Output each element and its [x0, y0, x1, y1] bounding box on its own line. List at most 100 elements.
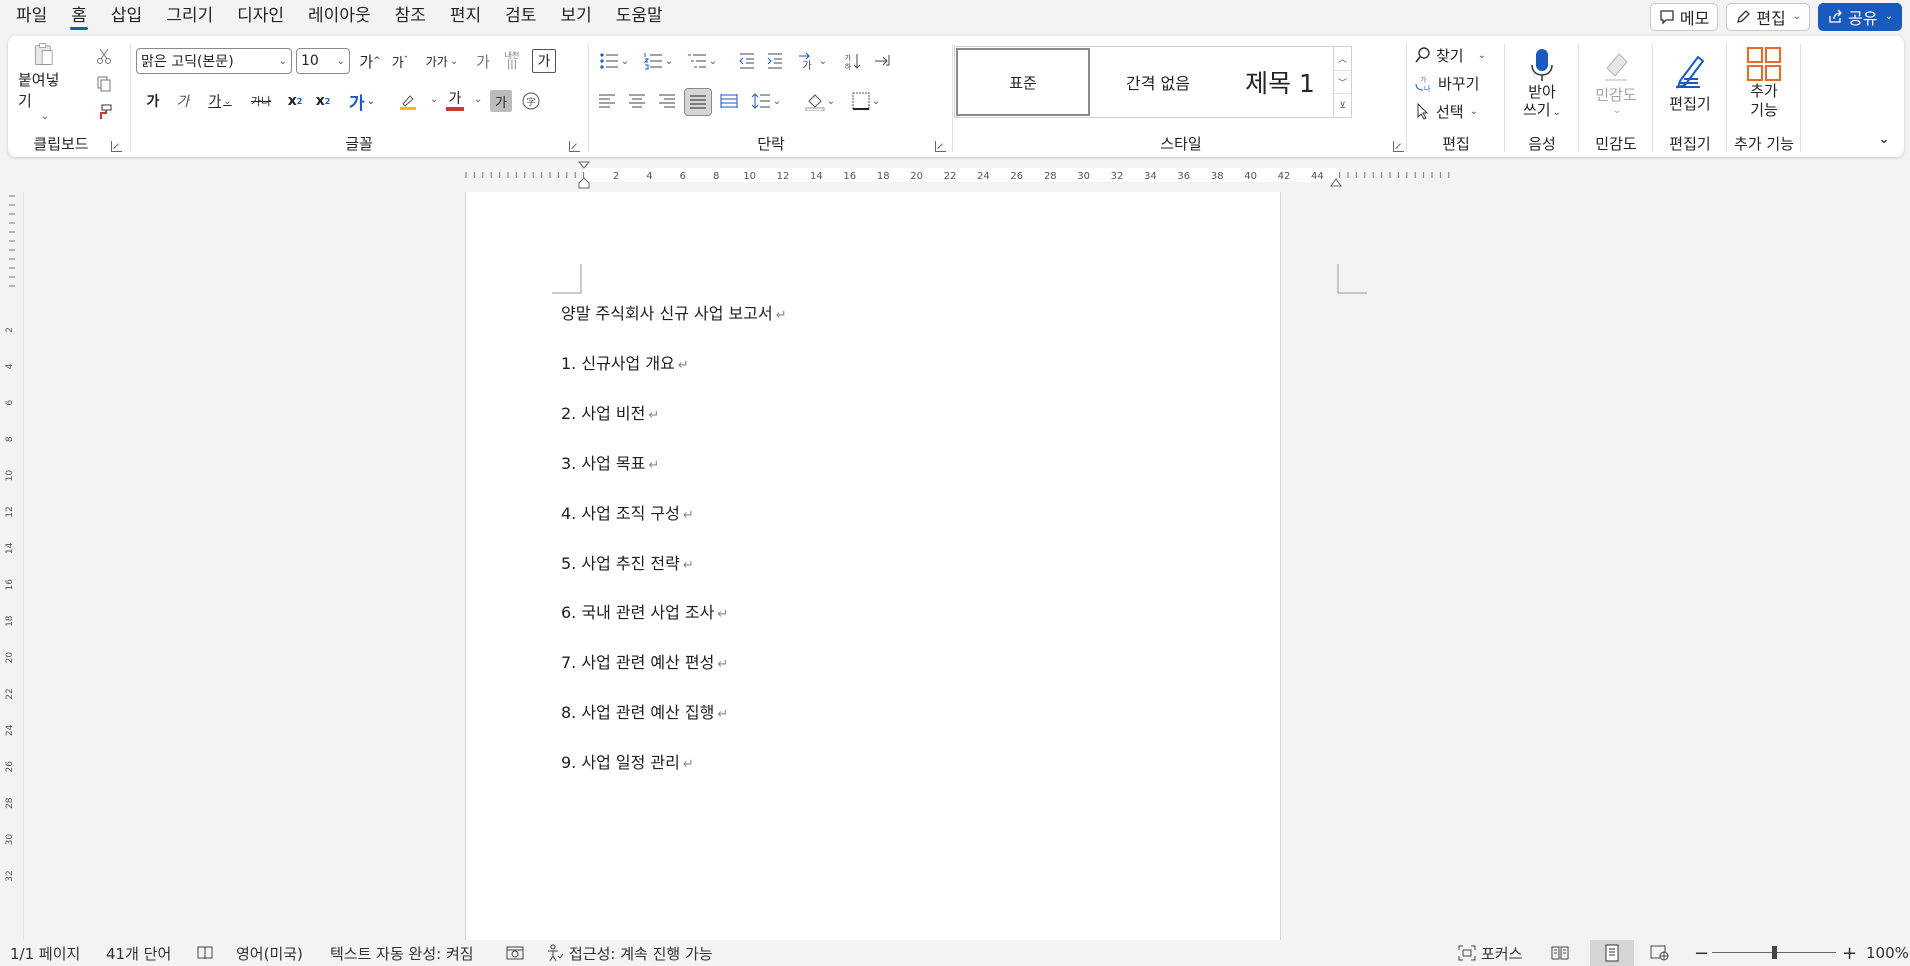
document-title[interactable]: 양말 주식회사 신규 사업 보고서 ↵ — [561, 300, 787, 324]
menu-insert[interactable]: 삽입 — [99, 0, 154, 33]
justify-button[interactable] — [684, 88, 712, 116]
font-launcher-icon[interactable] — [569, 141, 580, 152]
zoom-in-button[interactable]: + — [1842, 940, 1857, 966]
menu-file[interactable]: 파일 — [0, 0, 59, 33]
print-layout-button[interactable] — [1590, 940, 1634, 966]
sensitivity-button[interactable]: 민감도 ⌄ — [1586, 40, 1646, 126]
gallery-more-icon[interactable]: ⊻ — [1334, 94, 1351, 117]
style-heading-1[interactable]: 제목 1 — [1225, 47, 1335, 117]
style-normal[interactable]: 표준 — [956, 48, 1090, 116]
cut-button[interactable] — [92, 44, 116, 68]
macro-recording-button[interactable] — [506, 940, 524, 966]
list-item[interactable]: 6. 국내 관련 사업 조사 ↵ — [561, 599, 728, 623]
align-left-button[interactable] — [594, 88, 620, 114]
text-predictions-button[interactable]: 텍스트 자동 완성: 켜짐 — [330, 940, 474, 966]
menu-draw[interactable]: 그리기 — [154, 0, 225, 33]
list-item[interactable]: 5. 사업 추진 전략 ↵ — [561, 550, 694, 574]
clipboard-launcher-icon[interactable] — [111, 141, 122, 152]
accessibility-button[interactable]: 접근성: 계속 진행 가능 — [546, 940, 713, 966]
text-effects-button[interactable]: 가 ⌄ — [342, 88, 382, 114]
menu-mailings[interactable]: 편지 — [438, 0, 493, 33]
text-direction-button[interactable]: 가 ⌄ — [792, 48, 832, 74]
replace-button[interactable]: 가나 바꾸기 — [1414, 70, 1500, 96]
paste-button[interactable]: 붙여넣기 ⌄ — [18, 42, 70, 122]
language-button[interactable]: 영어(미국) — [236, 940, 303, 966]
chevron-down-icon: ⌄ — [474, 94, 483, 105]
collapse-ribbon-icon[interactable]: ⌄ — [1872, 128, 1896, 150]
zoom-level[interactable]: 100% — [1866, 940, 1909, 966]
strikethrough-button[interactable]: 가나 — [244, 88, 278, 114]
chevron-down-icon: ⌄ — [430, 94, 439, 105]
distributed-button[interactable] — [716, 88, 742, 114]
superscript-button[interactable]: x2 — [310, 88, 336, 114]
line-spacing-button[interactable]: ⌄ — [746, 88, 786, 114]
character-border-button[interactable]: 가 — [532, 49, 556, 73]
share-button[interactable]: 공유 ⌄ — [1818, 2, 1902, 31]
list-item[interactable]: 4. 사업 조직 구성 ↵ — [561, 500, 694, 524]
zoom-out-button[interactable]: − — [1694, 940, 1709, 966]
subscript-button[interactable]: x2 — [282, 88, 308, 114]
dictate-button[interactable]: 받아 쓰기 ⌄ — [1512, 40, 1572, 126]
menu-references[interactable]: 참조 — [383, 0, 438, 33]
list-item[interactable]: 9. 사업 일정 관리 ↵ — [561, 749, 694, 773]
editor-button[interactable]: 편집기 — [1660, 40, 1720, 126]
menu-review[interactable]: 검토 — [493, 0, 548, 33]
character-shading-button[interactable]: 가 — [490, 90, 512, 112]
sort-button[interactable]: 가하 — [840, 48, 866, 74]
show-marks-button[interactable] — [870, 48, 896, 74]
italic-button[interactable]: 가 — [170, 88, 196, 114]
read-mode-button[interactable] — [1550, 940, 1570, 966]
proofing-button[interactable] — [196, 940, 214, 966]
copy-button[interactable] — [92, 72, 116, 96]
shading-button[interactable]: ⌄ — [800, 88, 840, 114]
menu-layout[interactable]: 레이아웃 — [296, 0, 383, 33]
zoom-slider-thumb[interactable] — [1772, 946, 1777, 959]
style-no-spacing[interactable]: 간격 없음 — [1091, 47, 1225, 117]
menu-home[interactable]: 홈 — [59, 0, 99, 33]
editing-mode-button[interactable]: 편집 ⌄ — [1726, 2, 1811, 31]
zoom-slider[interactable] — [1712, 940, 1836, 966]
find-button[interactable]: 찾기 ⌄ — [1414, 42, 1500, 68]
gallery-down-icon[interactable]: ﹀ — [1334, 71, 1351, 95]
gallery-up-icon[interactable]: ︿ — [1334, 47, 1351, 71]
multilevel-list-button[interactable]: ⌄ — [682, 48, 722, 74]
font-color-button[interactable]: 가 — [440, 88, 470, 114]
phonetic-guide-button[interactable]: 내천 ||| — [498, 48, 526, 74]
select-button[interactable]: 선택 ⌄ — [1414, 98, 1500, 124]
highlight-button[interactable] — [388, 88, 428, 114]
underline-button[interactable]: 가 ⌄ — [200, 88, 240, 114]
paragraph-launcher-icon[interactable] — [935, 141, 946, 152]
format-painter-button[interactable] — [92, 100, 116, 124]
bullets-button[interactable]: ⌄ — [594, 48, 634, 74]
borders-button[interactable]: ⌄ — [846, 88, 886, 114]
increase-indent-button[interactable] — [762, 48, 788, 74]
web-layout-button[interactable] — [1650, 940, 1670, 966]
enclose-characters-button[interactable]: 字 — [518, 88, 544, 114]
bold-button[interactable]: 가 — [140, 88, 166, 114]
list-item[interactable]: 3. 사업 목표 ↵ — [561, 450, 659, 474]
numbering-button[interactable]: ⌄ — [638, 48, 678, 74]
memo-button[interactable]: 메모 — [1649, 2, 1719, 31]
addins-button[interactable]: 추가 기능 — [1734, 40, 1794, 126]
styles-launcher-icon[interactable] — [1393, 141, 1404, 152]
word-count[interactable]: 41개 단어 — [106, 940, 171, 966]
decrease-indent-button[interactable] — [734, 48, 760, 74]
focus-button[interactable]: 포커스 — [1458, 940, 1522, 966]
font-name-combobox[interactable]: 맑은 고딕(본문) ⌄ — [136, 48, 292, 74]
first-line-indent-marker[interactable] — [577, 161, 591, 169]
shrink-font-button[interactable]: 가ˇ — [386, 48, 414, 74]
clear-format-button[interactable]: 가 — [470, 48, 496, 74]
list-item[interactable]: 2. 사업 비전 ↵ — [561, 400, 659, 424]
font-size-combobox[interactable]: 10 ⌄ — [296, 48, 350, 74]
grow-font-button[interactable]: 가 ^ — [356, 48, 384, 74]
menu-design[interactable]: 디자인 — [225, 0, 296, 33]
list-item[interactable]: 1. 신규사업 개요 ↵ — [561, 350, 689, 374]
list-item[interactable]: 8. 사업 관련 예산 집행 ↵ — [561, 699, 728, 723]
menu-help[interactable]: 도움말 — [604, 0, 675, 33]
page-count[interactable]: 1/1 페이지 — [10, 940, 80, 966]
change-case-button[interactable]: 가가 ⌄ — [422, 48, 462, 74]
menu-view[interactable]: 보기 — [548, 0, 603, 33]
align-center-button[interactable] — [624, 88, 650, 114]
align-right-button[interactable] — [654, 88, 680, 114]
list-item[interactable]: 7. 사업 관련 예산 편성 ↵ — [561, 649, 728, 673]
